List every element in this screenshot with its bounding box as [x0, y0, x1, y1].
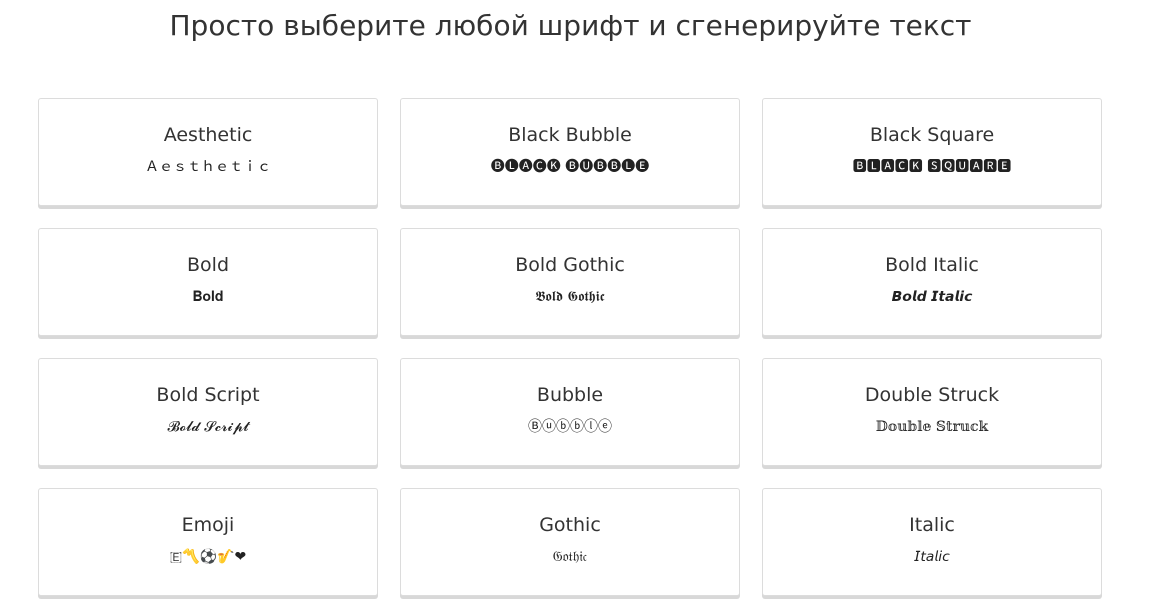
font-card-bubble[interactable]: Bubble Ⓑⓤⓑⓑⓛⓔ: [400, 358, 740, 466]
font-card-title: Bold: [187, 254, 229, 276]
font-card-sample: Ⓑⓤⓑⓑⓛⓔ: [528, 419, 612, 435]
font-card-title: Italic: [909, 514, 955, 536]
font-card-sample: 𝘐𝘵𝘢𝘭𝘪𝘤: [914, 549, 950, 565]
font-card-italic[interactable]: Italic 𝘐𝘵𝘢𝘭𝘪𝘤: [762, 488, 1102, 596]
font-card-sample: 𝕭𝖔𝖑𝖉 𝕲𝖔𝖙𝖍𝖎𝖈: [535, 289, 605, 305]
font-card-title: Bubble: [536, 384, 604, 406]
font-card-bold-script[interactable]: Bold Script 𝓑𝓸𝓵𝓭 𝓢𝓬𝓻𝓲𝓹𝓽: [38, 358, 378, 466]
font-card-bold-italic[interactable]: Bold Italic 𝘽𝙤𝙡𝙙 𝙄𝙩𝙖𝙡𝙞𝙘: [762, 228, 1102, 336]
font-card-aesthetic[interactable]: Aesthetic Ａｅｓｔｈｅｔｉｃ: [38, 98, 378, 206]
font-card-sample: 𝐁𝐨𝐥𝐝: [192, 289, 224, 305]
font-card-emoji[interactable]: Emoji 🇪〽️⚽🎷❤: [38, 488, 378, 596]
font-card-title: Black Square: [869, 124, 995, 146]
font-card-sample: 𝘽𝙤𝙡𝙙 𝙄𝙩𝙖𝙡𝙞𝙘: [891, 289, 973, 305]
font-card-title: Gothic: [539, 514, 601, 536]
font-card-title: Bold Gothic: [515, 254, 625, 276]
font-card-sample: 🅑🅛🅐🅒🅚 🅑🅤🅑🅑🅛🅔: [490, 159, 650, 175]
font-card-sample: 𝔊𝔬𝔱𝔥𝔦𝔠: [552, 549, 588, 565]
font-card-black-bubble[interactable]: Black Bubble 🅑🅛🅐🅒🅚 🅑🅤🅑🅑🅛🅔: [400, 98, 740, 206]
font-card-title: Bold Italic: [885, 254, 979, 276]
font-card-bold-gothic[interactable]: Bold Gothic 𝕭𝖔𝖑𝖉 𝕲𝖔𝖙𝖍𝖎𝖈: [400, 228, 740, 336]
font-card-title: Aesthetic: [163, 124, 253, 146]
font-card-double-struck[interactable]: Double Struck 𝔻𝕠𝕦𝕓𝕝𝕖 𝕊𝕥𝕣𝕦𝕔𝕜: [762, 358, 1102, 466]
font-card-sample: 𝔻𝕠𝕦𝕓𝕝𝕖 𝕊𝕥𝕣𝕦𝕔𝕜: [875, 419, 989, 435]
font-card-gothic[interactable]: Gothic 𝔊𝔬𝔱𝔥𝔦𝔠: [400, 488, 740, 596]
font-card-sample: 🇪〽️⚽🎷❤: [169, 549, 247, 565]
font-grid: Aesthetic Ａｅｓｔｈｅｔｉｃ Black Bubble 🅑🅛🅐🅒🅚 🅑…: [38, 98, 1102, 596]
font-card-sample: 🅱🅻🅰🅲🅺 🆂🆀🆄🅰🆁🅴: [852, 159, 1012, 175]
font-card-title: Bold Script: [156, 384, 260, 406]
page-title: Просто выберите любой шрифт и сгенерируй…: [169, 9, 972, 42]
font-card-sample: 𝓑𝓸𝓵𝓭 𝓢𝓬𝓻𝓲𝓹𝓽: [167, 419, 249, 435]
font-card-title: Emoji: [181, 514, 235, 536]
font-card-bold[interactable]: Bold 𝐁𝐨𝐥𝐝: [38, 228, 378, 336]
font-card-title: Black Bubble: [508, 124, 632, 146]
font-card-black-square[interactable]: Black Square 🅱🅻🅰🅲🅺 🆂🆀🆄🅰🆁🅴: [762, 98, 1102, 206]
font-card-sample: Ａｅｓｔｈｅｔｉｃ: [145, 159, 271, 175]
font-card-title: Double Struck: [864, 384, 1000, 406]
